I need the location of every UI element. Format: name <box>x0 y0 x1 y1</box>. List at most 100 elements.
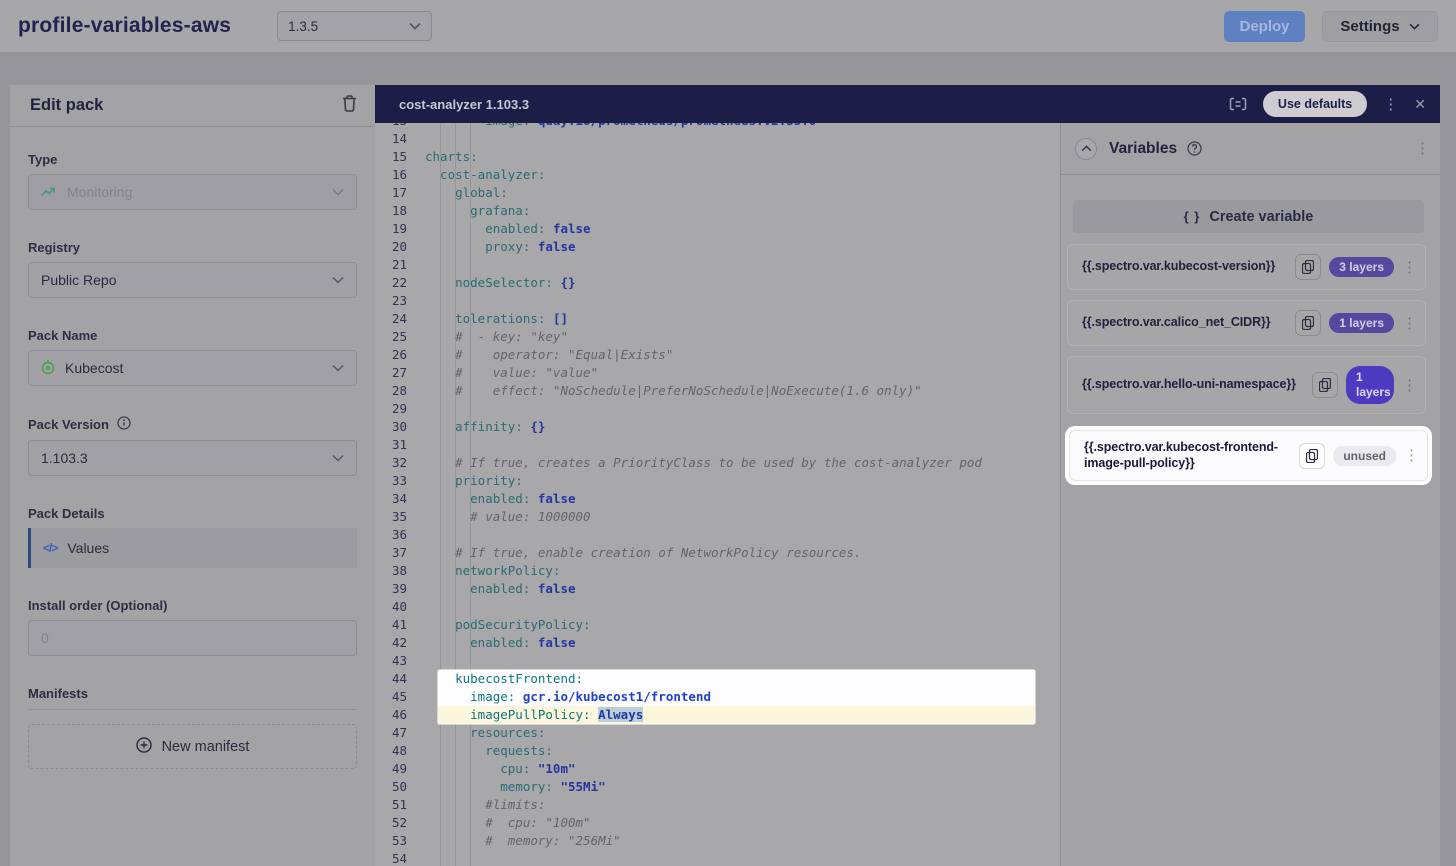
code-line[interactable]: 40 <box>375 598 1060 616</box>
code-line[interactable]: 38 networkPolicy: <box>375 562 1060 580</box>
pack-name-label: Pack Name <box>28 328 357 343</box>
code-line[interactable]: 49 cpu: "10m" <box>375 760 1060 778</box>
code-line[interactable]: 30 affinity: {} <box>375 418 1060 436</box>
code-line[interactable]: 51 #limits: <box>375 796 1060 814</box>
code-line[interactable]: 33 priority: <box>375 472 1060 490</box>
copy-variable-button[interactable] <box>1295 310 1321 336</box>
chevron-down-icon <box>332 276 344 284</box>
code-line[interactable]: 14 <box>375 130 1060 148</box>
line-number: 22 <box>375 274 425 292</box>
code-line[interactable]: 15charts: <box>375 148 1060 166</box>
code-line[interactable]: 46 imagePullPolicy: Always <box>375 706 1060 724</box>
variable-item[interactable]: {{.spectro.var.hello-uni-namespace}}1 la… <box>1067 356 1426 414</box>
code-line[interactable]: 52 # cpu: "100m" <box>375 814 1060 832</box>
plus-icon <box>136 737 152 757</box>
line-content <box>425 850 1060 866</box>
expand-editor-icon[interactable] <box>1229 97 1247 111</box>
code-line[interactable]: 16 cost-analyzer: <box>375 166 1060 184</box>
create-variable-button[interactable]: { } Create variable <box>1073 200 1424 233</box>
copy-icon <box>1306 449 1318 463</box>
code-line[interactable]: 39 enabled: false <box>375 580 1060 598</box>
code-line[interactable]: 25 # - key: "key" <box>375 328 1060 346</box>
line-content: enabled: false <box>425 220 1060 238</box>
registry-select[interactable]: Public Repo <box>28 262 357 298</box>
use-defaults-button[interactable]: Use defaults <box>1263 91 1367 117</box>
code-line[interactable]: 22 nodeSelector: {} <box>375 274 1060 292</box>
settings-button[interactable]: Settings <box>1322 11 1438 42</box>
code-line[interactable]: 41 podSecurityPolicy: <box>375 616 1060 634</box>
variable-item[interactable]: {{.spectro.var.calico_net_CIDR}}1 layers… <box>1067 300 1426 346</box>
profile-version-value: 1.3.5 <box>288 19 318 34</box>
yaml-editor[interactable]: 13 image: quay.io/prometheus/prometheus:… <box>375 123 1060 866</box>
line-content <box>425 598 1060 616</box>
code-line[interactable]: 24 tolerations: [] <box>375 310 1060 328</box>
collapse-panel-icon[interactable] <box>1075 138 1097 160</box>
variable-menu-icon[interactable]: ⋮ <box>1402 316 1417 331</box>
code-line[interactable]: 53 # memory: "256Mi" <box>375 832 1060 850</box>
code-line[interactable]: 45 image: gcr.io/kubecost1/frontend <box>375 688 1060 706</box>
copy-variable-button[interactable] <box>1312 372 1338 398</box>
code-line[interactable]: 43 <box>375 652 1060 670</box>
code-line[interactable]: 37 # If true, enable creation of Network… <box>375 544 1060 562</box>
code-line[interactable]: 20 proxy: false <box>375 238 1060 256</box>
install-order-label: Install order (Optional) <box>28 598 357 613</box>
code-line[interactable]: 27 # value: "value" <box>375 364 1060 382</box>
variable-item[interactable]: {{.spectro.var.kubecost-version}}3 layer… <box>1067 244 1426 290</box>
type-select[interactable]: Monitoring <box>28 174 357 210</box>
pack-version-select[interactable]: 1.103.3 <box>28 440 357 476</box>
copy-variable-button[interactable] <box>1299 443 1325 469</box>
info-icon[interactable] <box>117 416 131 433</box>
close-icon[interactable]: ✕ <box>1414 96 1426 113</box>
code-line[interactable]: 19 enabled: false <box>375 220 1060 238</box>
monitoring-icon <box>41 184 57 200</box>
code-line[interactable]: 36 <box>375 526 1060 544</box>
code-line[interactable]: 50 memory: "55Mi" <box>375 778 1060 796</box>
kebab-menu-icon[interactable]: ⋮ <box>1383 97 1398 112</box>
line-number: 34 <box>375 490 425 508</box>
deploy-button[interactable]: Deploy <box>1224 11 1305 42</box>
code-line[interactable]: 54 <box>375 850 1060 866</box>
code-line[interactable]: 17 global: <box>375 184 1060 202</box>
variable-menu-icon[interactable]: ⋮ <box>1402 260 1417 275</box>
pack-details-values-item[interactable]: </> Values <box>28 528 357 568</box>
variable-menu-icon[interactable]: ⋮ <box>1402 378 1417 393</box>
code-line[interactable]: 32 # If true, creates a PriorityClass to… <box>375 454 1060 472</box>
editor-header: cost-analyzer 1.103.3 Use defaults ⋮ ✕ <box>375 85 1440 123</box>
profile-version-select[interactable]: 1.3.5 <box>277 11 432 41</box>
install-order-input[interactable] <box>28 620 357 656</box>
new-manifest-button[interactable]: New manifest <box>28 724 357 769</box>
line-number: 33 <box>375 472 425 490</box>
code-line[interactable]: 26 # operator: "Equal|Exists" <box>375 346 1060 364</box>
variable-usage-badge: unused <box>1333 446 1396 466</box>
code-line[interactable]: 18 grafana: <box>375 202 1060 220</box>
pack-name-select[interactable]: Kubecost <box>28 350 357 386</box>
line-content <box>425 292 1060 310</box>
code-line[interactable]: 47 resources: <box>375 724 1060 742</box>
code-line[interactable]: 28 # effect: "NoSchedule|PreferNoSchedul… <box>375 382 1060 400</box>
code-line[interactable]: 31 <box>375 436 1060 454</box>
line-content: # value: "value" <box>425 364 1060 382</box>
variable-usage-badge: 3 layers <box>1329 257 1394 277</box>
new-manifest-label: New manifest <box>162 739 250 755</box>
code-line[interactable]: 42 enabled: false <box>375 634 1060 652</box>
help-icon[interactable] <box>1187 141 1202 156</box>
trash-icon[interactable] <box>342 95 357 117</box>
sidebar-title: Edit pack <box>30 96 103 115</box>
code-line[interactable]: 29 <box>375 400 1060 418</box>
edit-pack-sidebar: Edit pack Type Monitoring Registry Publi… <box>10 85 375 866</box>
variables-menu-icon[interactable]: ⋮ <box>1415 141 1430 156</box>
code-line[interactable]: 44 kubecostFrontend: <box>375 670 1060 688</box>
code-line[interactable]: 21 <box>375 256 1060 274</box>
line-number: 30 <box>375 418 425 436</box>
code-line[interactable]: 13 image: quay.io/prometheus/prometheus:… <box>375 123 1060 130</box>
variable-item[interactable]: {{.spectro.var.kubecost-frontend-image-p… <box>1069 430 1428 481</box>
code-line[interactable]: 34 enabled: false <box>375 490 1060 508</box>
code-line[interactable]: 48 requests: <box>375 742 1060 760</box>
code-line[interactable]: 35 # value: 1000000 <box>375 508 1060 526</box>
code-line[interactable]: 23 <box>375 292 1060 310</box>
variable-menu-icon[interactable]: ⋮ <box>1404 448 1419 463</box>
kubecost-icon <box>41 359 55 378</box>
line-number: 50 <box>375 778 425 796</box>
line-content <box>425 652 1060 670</box>
copy-variable-button[interactable] <box>1295 254 1321 280</box>
